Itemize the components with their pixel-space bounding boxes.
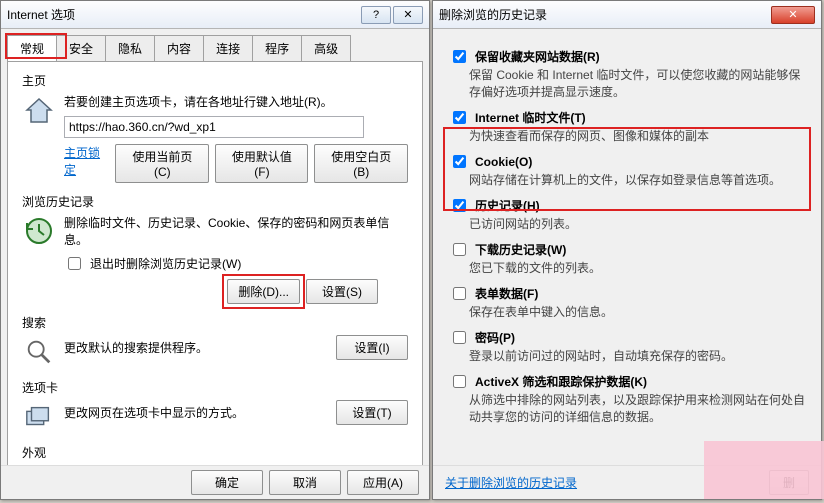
tabs-icon: [22, 400, 56, 434]
search-icon: [22, 335, 56, 369]
opt-form: 表单数据(F) 保存在表单中键入的信息。: [449, 284, 805, 320]
keep-favorites-desc: 保留 Cookie 和 Internet 临时文件，可以使您收藏的网站能够保存偏…: [469, 66, 805, 100]
cookie-label: Cookie(O): [475, 155, 532, 169]
opt-temp-files: Internet 临时文件(T) 为快速查看而保存的网页、图像和媒体的副本: [449, 108, 805, 144]
titlebar: 删除浏览的历史记录 ✕: [433, 1, 821, 29]
keep-favorites-checkbox[interactable]: [453, 50, 466, 63]
dialog-body: 保留收藏夹网站数据(R) 保留 Cookie 和 Internet 临时文件，可…: [433, 29, 821, 465]
tab-content-panel: 主页 若要创建主页选项卡，请在各地址行键入地址(R)。 主页锁定 使用当前页(C…: [7, 61, 423, 491]
cancel-button[interactable]: 取消: [269, 470, 341, 495]
close-button[interactable]: ✕: [771, 6, 815, 24]
form-desc: 保存在表单中键入的信息。: [469, 303, 805, 320]
home-icon: [22, 93, 56, 127]
cookie-desc: 网站存储在计算机上的文件，以保存如登录信息等首选项。: [469, 171, 805, 188]
search-group: 搜索 更改默认的搜索提供程序。 设置(I): [22, 314, 408, 369]
tab-connections[interactable]: 连接: [203, 35, 253, 61]
delete-history-button[interactable]: 删除(D)...: [227, 279, 300, 304]
tab-security[interactable]: 安全: [56, 35, 106, 61]
homepage-desc: 若要创建主页选项卡，请在各地址行键入地址(R)。: [64, 93, 408, 110]
temp-files-label: Internet 临时文件(T): [475, 109, 586, 126]
pink-overlay: [704, 441, 824, 499]
opt-cookie: Cookie(O) 网站存储在计算机上的文件，以保存如登录信息等首选项。: [449, 152, 805, 188]
window-title: Internet 选项: [7, 6, 361, 23]
use-current-button[interactable]: 使用当前页(C): [115, 144, 209, 183]
window-title: 删除浏览的历史记录: [439, 6, 771, 23]
homepage-group: 主页 若要创建主页选项卡，请在各地址行键入地址(R)。 主页锁定 使用当前页(C…: [22, 72, 408, 183]
opt-activex: ActiveX 筛选和跟踪保护数据(K) 从筛选中排除的网站列表，以及跟踪保护用…: [449, 372, 805, 425]
window-controls: ? ✕: [361, 6, 423, 24]
form-label: 表单数据(F): [475, 285, 538, 302]
help-button[interactable]: ?: [361, 6, 391, 24]
titlebar: Internet 选项 ? ✕: [1, 1, 429, 29]
history-title: 浏览历史记录: [22, 193, 408, 210]
activex-label: ActiveX 筛选和跟踪保护数据(K): [475, 373, 647, 390]
password-checkbox[interactable]: [453, 331, 466, 344]
opt-password: 密码(P) 登录以前访问过的网站时，自动填充保存的密码。: [449, 328, 805, 364]
opt-download: 下载历史记录(W) 您已下载的文件的列表。: [449, 240, 805, 276]
cookie-checkbox[interactable]: [453, 155, 466, 168]
form-checkbox[interactable]: [453, 287, 466, 300]
tab-privacy[interactable]: 隐私: [105, 35, 155, 61]
homepage-url-input[interactable]: [64, 116, 364, 138]
apply-button[interactable]: 应用(A): [347, 470, 419, 495]
history-label: 历史记录(H): [475, 197, 540, 214]
search-settings-button[interactable]: 设置(I): [336, 335, 408, 360]
history-group: 浏览历史记录 删除临时文件、历史记录、Cookie、保存的密码和网页表单信息。 …: [22, 193, 408, 304]
activex-desc: 从筛选中排除的网站列表，以及跟踪保护用来检测网站在何处自动共享您的访问的详细信息…: [469, 391, 805, 425]
keep-favorites-label: 保留收藏夹网站数据(R): [475, 48, 600, 65]
tabs-settings-button[interactable]: 设置(T): [336, 400, 408, 425]
activex-checkbox[interactable]: [453, 375, 466, 388]
internet-options-window: Internet 选项 ? ✕ 常规 安全 隐私 内容 连接 程序 高级 主页 …: [0, 0, 430, 500]
tabs-title: 选项卡: [22, 379, 408, 396]
tabs-group: 选项卡 更改网页在选项卡中显示的方式。 设置(T): [22, 379, 408, 434]
history-desc: 删除临时文件、历史记录、Cookie、保存的密码和网页表单信息。: [64, 214, 408, 248]
ok-button[interactable]: 确定: [191, 470, 263, 495]
opt-keep-favorites: 保留收藏夹网站数据(R) 保留 Cookie 和 Internet 临时文件，可…: [449, 47, 805, 100]
tabs-desc: 更改网页在选项卡中显示的方式。: [64, 404, 244, 421]
password-desc: 登录以前访问过的网站时，自动填充保存的密码。: [469, 347, 805, 364]
dialog-footer: 确定 取消 应用(A): [1, 465, 429, 499]
appearance-title: 外观: [22, 444, 408, 461]
history-icon: [22, 214, 56, 248]
use-blank-button[interactable]: 使用空白页(B): [314, 144, 408, 183]
homepage-lock-link[interactable]: 主页锁定: [64, 144, 109, 183]
about-delete-link[interactable]: 关于删除浏览的历史记录: [445, 474, 577, 491]
password-label: 密码(P): [475, 329, 515, 346]
tab-content[interactable]: 内容: [154, 35, 204, 61]
download-checkbox[interactable]: [453, 243, 466, 256]
delete-history-window: 删除浏览的历史记录 ✕ 保留收藏夹网站数据(R) 保留 Cookie 和 Int…: [432, 0, 822, 500]
close-button[interactable]: ✕: [393, 6, 423, 24]
download-label: 下载历史记录(W): [475, 241, 566, 258]
delete-on-exit-label: 退出时删除浏览历史记录(W): [90, 255, 241, 272]
search-desc: 更改默认的搜索提供程序。: [64, 339, 208, 356]
tab-strip: 常规 安全 隐私 内容 连接 程序 高级: [1, 29, 429, 61]
tab-advanced[interactable]: 高级: [301, 35, 351, 61]
search-title: 搜索: [22, 314, 408, 331]
homepage-title: 主页: [22, 72, 408, 89]
history-checkbox[interactable]: [453, 199, 466, 212]
history-settings-button[interactable]: 设置(S): [306, 279, 378, 304]
download-desc: 您已下载的文件的列表。: [469, 259, 805, 276]
temp-files-desc: 为快速查看而保存的网页、图像和媒体的副本: [469, 127, 805, 144]
delete-on-exit-checkbox[interactable]: [68, 257, 81, 270]
use-default-button[interactable]: 使用默认值(F): [215, 144, 308, 183]
tab-general[interactable]: 常规: [7, 35, 57, 61]
temp-files-checkbox[interactable]: [453, 111, 466, 124]
opt-history: 历史记录(H) 已访问网站的列表。: [449, 196, 805, 232]
tab-programs[interactable]: 程序: [252, 35, 302, 61]
history-desc: 已访问网站的列表。: [469, 215, 805, 232]
